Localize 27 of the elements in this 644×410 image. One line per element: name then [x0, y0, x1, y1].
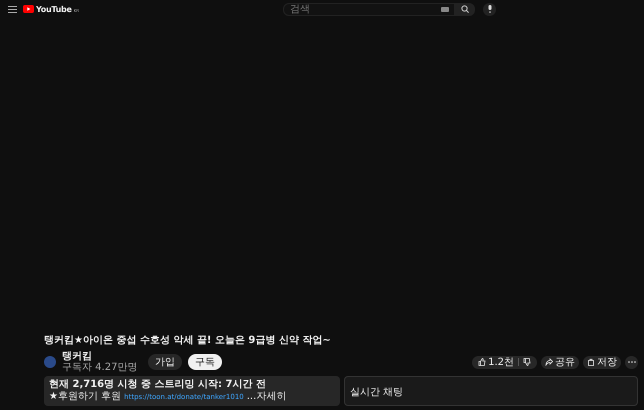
chat-title: 실시간 채팅: [350, 387, 404, 398]
channel-name[interactable]: 탱커킴: [62, 351, 142, 362]
search-button[interactable]: [455, 2, 475, 16]
like-button[interactable]: 1.2천: [476, 355, 516, 369]
video-title: 탱커킴★아이온 중섭 수호성 악세 끝! 오늘은 9급병 신약 작업~: [44, 334, 332, 348]
donation-text: ★후원하기 후원: [49, 391, 122, 403]
share-button[interactable]: 공유: [541, 356, 579, 368]
thumbs-down-icon: [523, 358, 531, 366]
subscribe-button[interactable]: 구독: [188, 354, 222, 370]
keyboard-icon[interactable]: [441, 6, 449, 12]
microphone-icon: [486, 5, 492, 13]
dislike-button[interactable]: [521, 358, 533, 366]
search-icon: [461, 5, 469, 13]
thumbs-up-icon: [478, 358, 486, 366]
play-logo-icon: [23, 5, 34, 13]
share-arrow-icon: [545, 358, 553, 366]
logo-text[interactable]: YouTube: [36, 4, 72, 14]
search-field[interactable]: 검색: [283, 2, 455, 16]
bag-icon: [587, 358, 595, 366]
save-button[interactable]: 저장: [583, 356, 621, 368]
show-more-link[interactable]: ...자세히: [246, 391, 286, 403]
view-stats: 현재 2,716명 시청 중 스트리밍 시작: 7시간 전: [49, 379, 267, 391]
menu-icon[interactable]: [8, 6, 17, 12]
join-button[interactable]: 가입: [148, 354, 182, 370]
subscriber-count: 구독자 4.27만명: [62, 362, 138, 373]
more-button[interactable]: [625, 356, 638, 368]
microphone-button[interactable]: [483, 2, 496, 16]
